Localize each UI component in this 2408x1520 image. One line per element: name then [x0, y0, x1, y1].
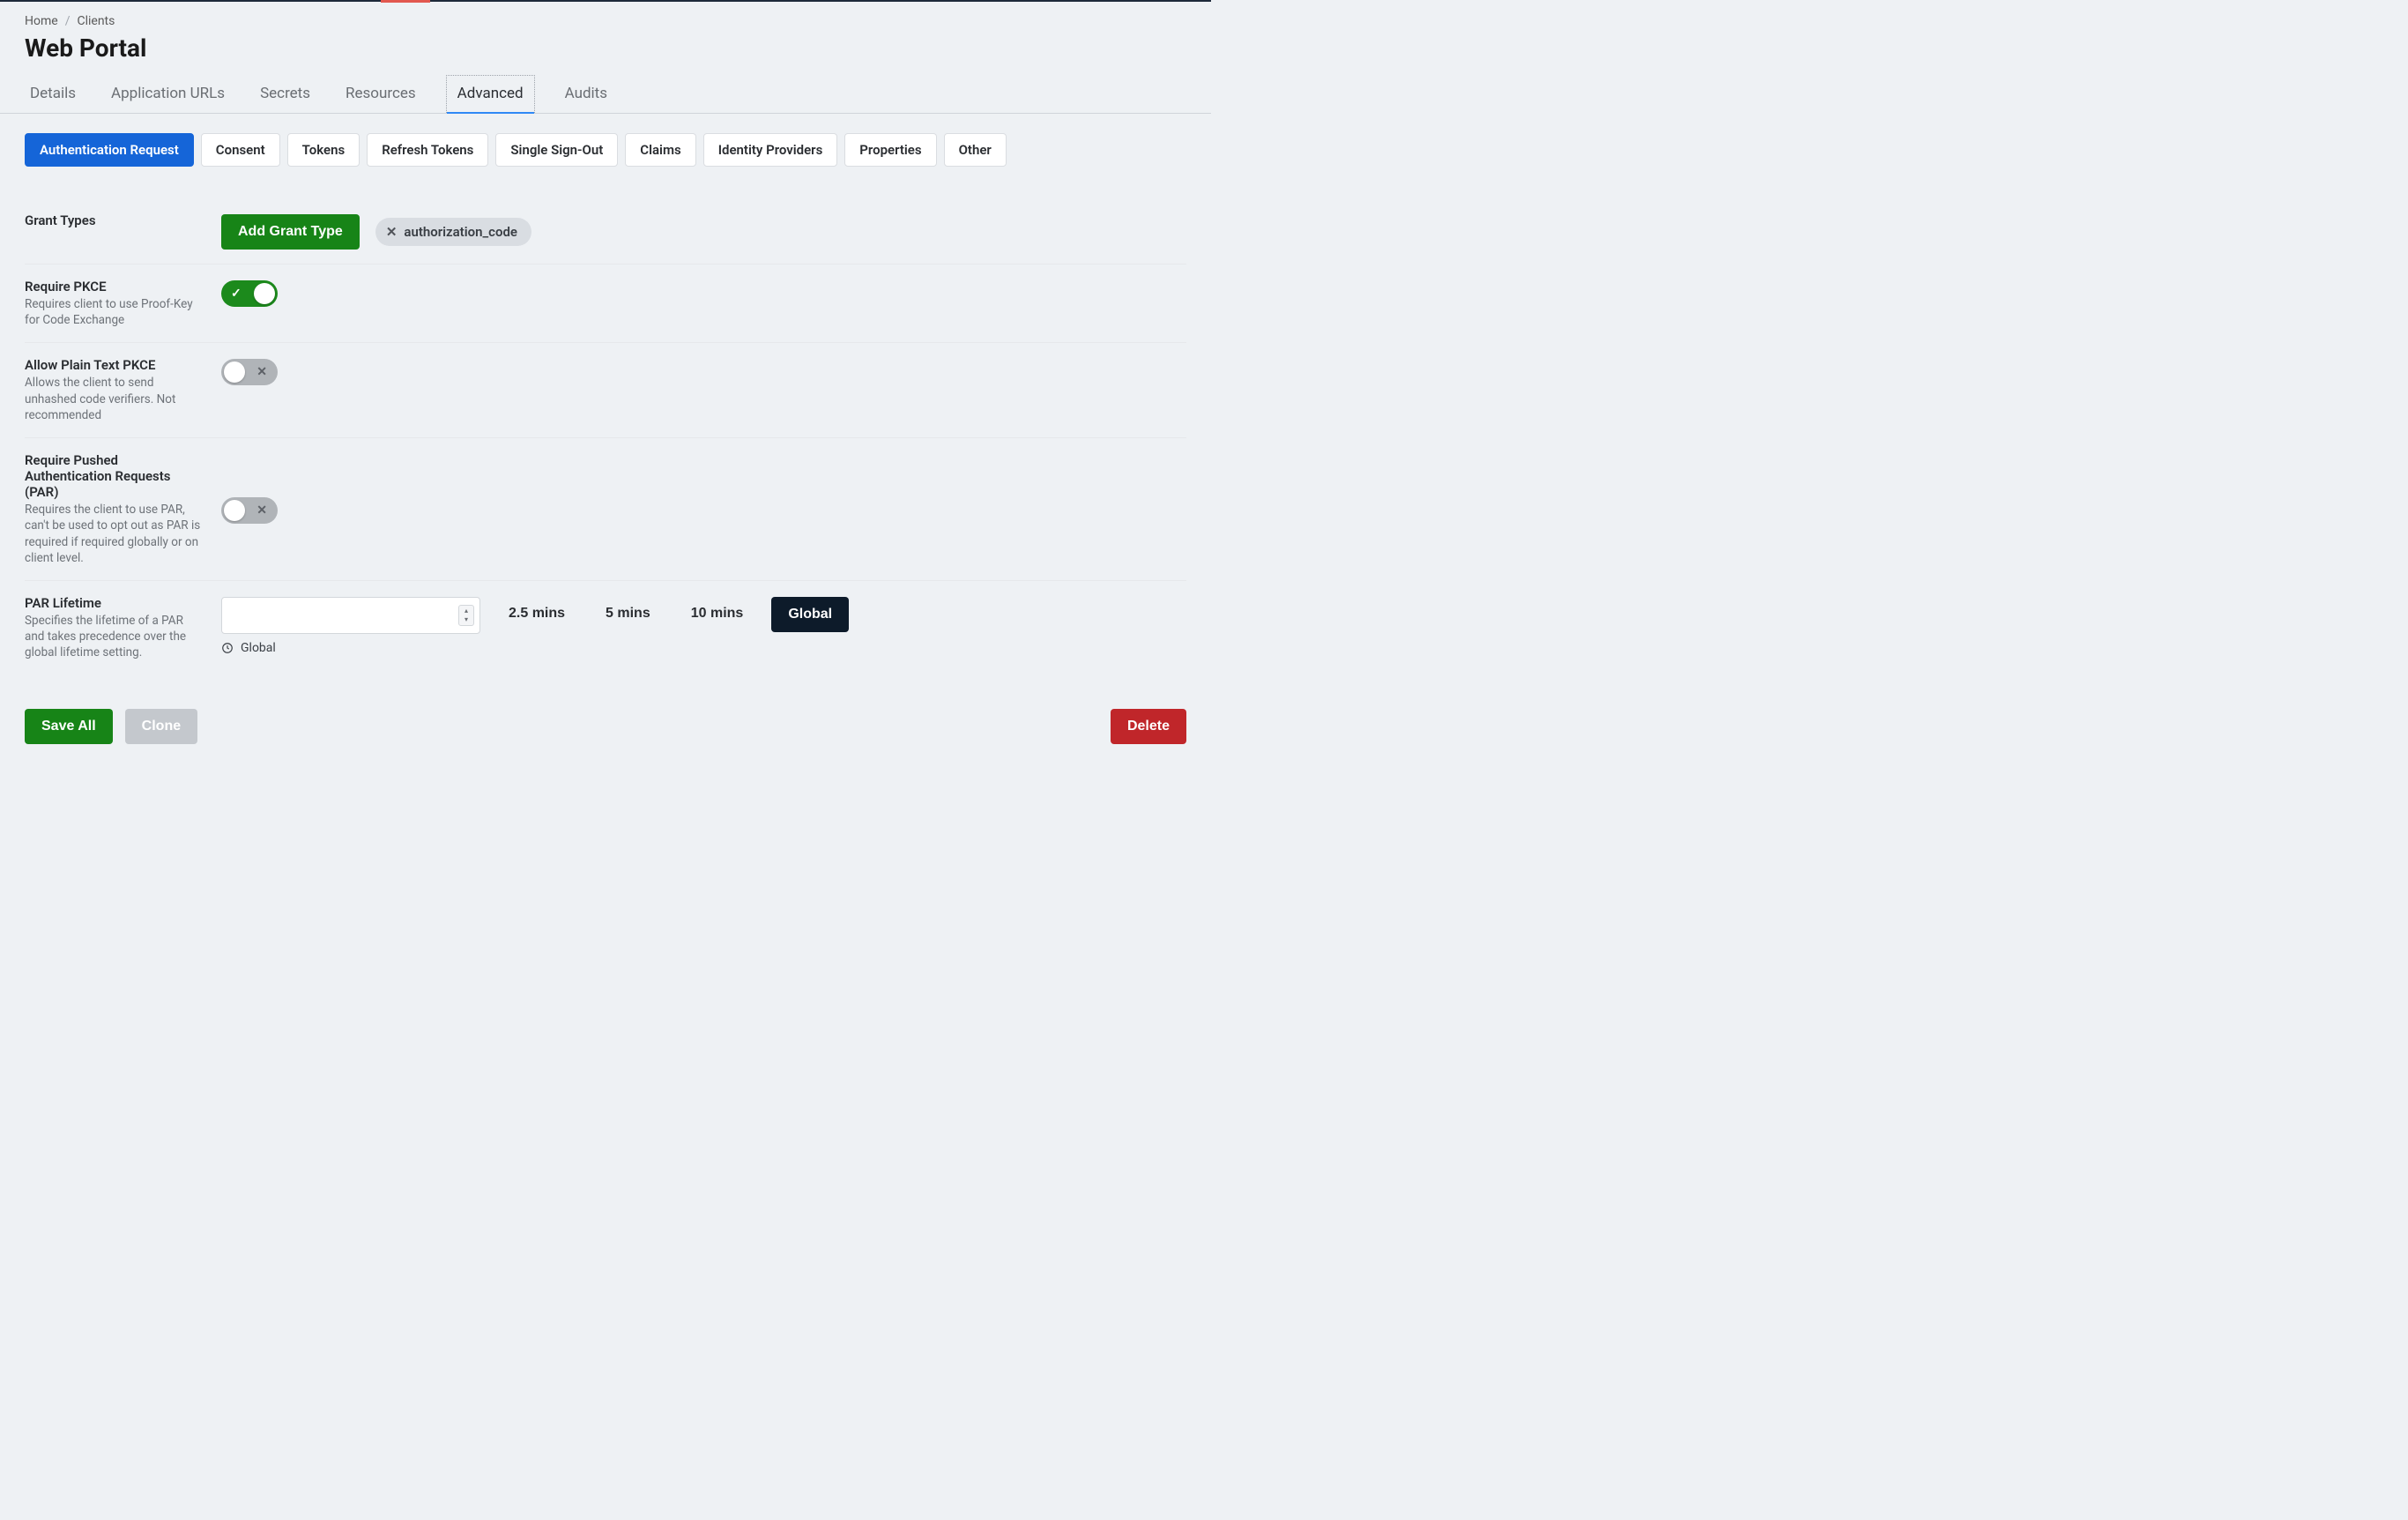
page-title: Web Portal	[0, 28, 1211, 75]
preset-5-mins[interactable]: 5 mins	[593, 597, 663, 630]
par-lifetime-label: PAR Lifetime	[25, 595, 205, 611]
x-icon: ✕	[256, 503, 267, 518]
require-pkce-sub: Requires client to use Proof-Key for Cod…	[25, 296, 205, 328]
tab-advanced[interactable]: Advanced	[446, 75, 535, 113]
row-control: ▴ ▾ Global 2.5 mins 5 mins 10 mins	[221, 595, 1186, 655]
subtab-identity-providers[interactable]: Identity Providers	[703, 133, 838, 167]
par-lifetime-helper: Global	[221, 641, 480, 655]
require-par-toggle[interactable]: ✕	[221, 497, 278, 524]
row-grant-types: Grant Types Add Grant Type ✕ authorizati…	[25, 198, 1186, 264]
main-tabs: Details Application URLs Secrets Resourc…	[0, 75, 1211, 114]
require-pkce-label: Require PKCE	[25, 279, 205, 294]
row-label: PAR Lifetime Specifies the lifetime of a…	[25, 595, 205, 661]
footer: Save All Clone Delete	[0, 693, 1211, 760]
subtab-claims[interactable]: Claims	[625, 133, 695, 167]
tab-application-urls[interactable]: Application URLs	[106, 76, 230, 113]
tab-secrets[interactable]: Secrets	[255, 76, 316, 113]
require-par-sub: Requires the client to use PAR, can't be…	[25, 502, 205, 566]
require-pkce-toggle[interactable]: ✓	[221, 280, 278, 307]
par-lifetime-input-wrap: ▴ ▾	[221, 597, 480, 634]
plain-text-pkce-toggle[interactable]: ✕	[221, 359, 278, 385]
row-control: ✕	[221, 357, 1186, 385]
check-icon: ✓	[231, 287, 242, 301]
row-control: Add Grant Type ✕ authorization_code	[221, 212, 1186, 250]
footer-right: Delete	[1111, 709, 1186, 744]
tab-details[interactable]: Details	[25, 76, 81, 113]
clone-button[interactable]: Clone	[125, 709, 197, 744]
subtab-consent[interactable]: Consent	[201, 133, 280, 167]
row-label: Allow Plain Text PKCE Allows the client …	[25, 357, 205, 423]
breadcrumb: Home / Clients	[0, 2, 1211, 28]
save-all-button[interactable]: Save All	[25, 709, 113, 744]
settings-panel: Grant Types Add Grant Type ✕ authorizati…	[0, 175, 1211, 755]
delete-button[interactable]: Delete	[1111, 709, 1186, 744]
par-lifetime-sub: Specifies the lifetime of a PAR and take…	[25, 613, 205, 661]
row-label: Require PKCE Requires client to use Proo…	[25, 279, 205, 328]
chevron-up-icon: ▴	[465, 607, 468, 615]
number-stepper[interactable]: ▴ ▾	[458, 605, 474, 626]
par-lifetime-helper-text: Global	[241, 641, 276, 655]
sub-tabs: Authentication Request Consent Tokens Re…	[0, 114, 1211, 175]
footer-left: Save All Clone	[25, 709, 197, 744]
breadcrumb-separator: /	[65, 14, 71, 28]
subtab-single-sign-out[interactable]: Single Sign-Out	[495, 133, 618, 167]
breadcrumb-home[interactable]: Home	[25, 14, 58, 28]
par-lifetime-input-group: ▴ ▾ Global	[221, 597, 480, 655]
row-label: Require Pushed Authentication Requests (…	[25, 452, 205, 566]
subtab-authentication-request[interactable]: Authentication Request	[25, 133, 194, 167]
grant-type-chip[interactable]: ✕ authorization_code	[375, 218, 531, 246]
tab-audits[interactable]: Audits	[560, 76, 613, 113]
row-require-par: Require Pushed Authentication Requests (…	[25, 437, 1186, 580]
toggle-knob	[224, 500, 245, 521]
preset-global-button[interactable]: Global	[771, 597, 849, 632]
par-lifetime-input[interactable]	[222, 598, 474, 633]
subtab-other[interactable]: Other	[944, 133, 1007, 167]
row-plain-text-pkce: Allow Plain Text PKCE Allows the client …	[25, 342, 1186, 437]
clock-icon	[221, 642, 234, 654]
grant-type-chip-label: authorization_code	[404, 224, 517, 240]
subtab-properties[interactable]: Properties	[844, 133, 936, 167]
subtab-tokens[interactable]: Tokens	[287, 133, 360, 167]
row-control: ✕	[221, 495, 1186, 524]
row-control: ✓	[221, 279, 1186, 307]
tab-resources[interactable]: Resources	[340, 76, 421, 113]
toggle-knob	[224, 361, 245, 383]
toggle-knob	[254, 283, 275, 304]
grant-types-label: Grant Types	[25, 212, 205, 228]
preset-2-5-mins[interactable]: 2.5 mins	[496, 597, 577, 630]
subtab-refresh-tokens[interactable]: Refresh Tokens	[367, 133, 488, 167]
page-root: Home / Clients Web Portal Details Applic…	[0, 0, 1211, 760]
row-par-lifetime: PAR Lifetime Specifies the lifetime of a…	[25, 580, 1186, 675]
chevron-down-icon: ▾	[465, 615, 468, 623]
top-accent-bar	[381, 0, 430, 3]
plain-text-pkce-sub: Allows the client to send unhashed code …	[25, 375, 205, 423]
row-require-pkce: Require PKCE Requires client to use Proo…	[25, 264, 1186, 342]
row-label: Grant Types	[25, 212, 205, 230]
add-grant-type-button[interactable]: Add Grant Type	[221, 214, 360, 250]
preset-10-mins[interactable]: 10 mins	[679, 597, 756, 630]
remove-icon[interactable]: ✕	[386, 224, 398, 240]
plain-text-pkce-label: Allow Plain Text PKCE	[25, 357, 205, 373]
require-par-label: Require Pushed Authentication Requests (…	[25, 452, 205, 500]
breadcrumb-clients[interactable]: Clients	[77, 14, 115, 28]
x-icon: ✕	[256, 365, 267, 379]
